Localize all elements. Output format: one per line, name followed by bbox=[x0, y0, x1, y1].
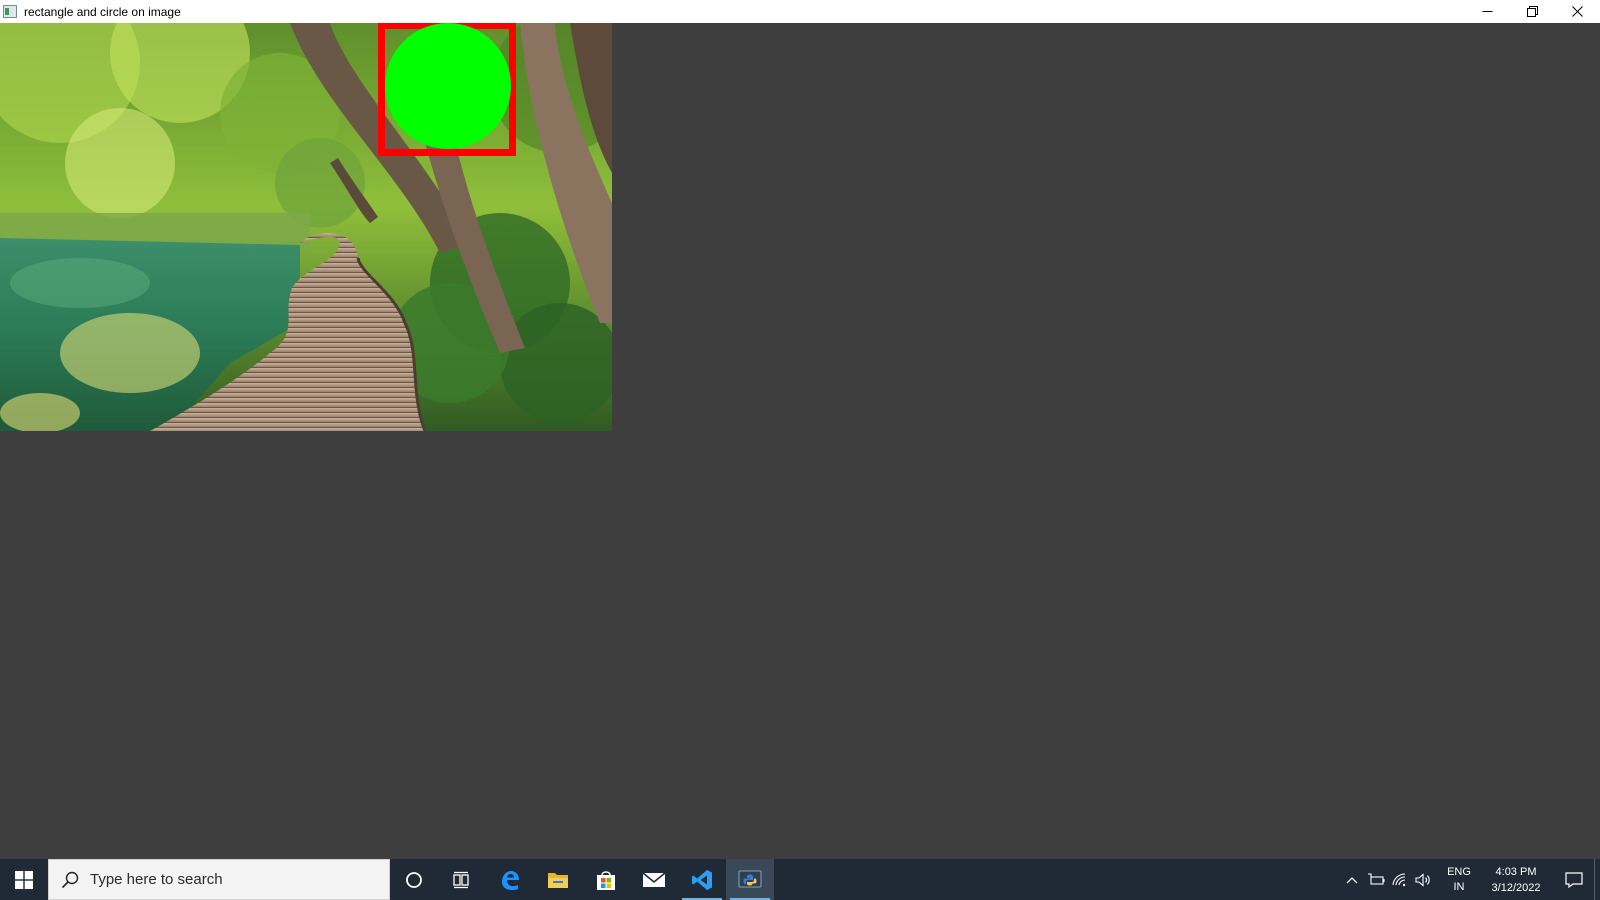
chevron-up-icon bbox=[1346, 876, 1358, 883]
taskbar-search[interactable] bbox=[48, 859, 390, 900]
battery-icon bbox=[1368, 872, 1385, 885]
minimize-button[interactable] bbox=[1465, 0, 1510, 23]
image-canvas bbox=[0, 23, 612, 431]
clock-time: 4:03 PM bbox=[1495, 865, 1537, 878]
close-icon bbox=[1572, 6, 1583, 17]
volume-button[interactable] bbox=[1412, 859, 1436, 900]
start-button[interactable] bbox=[0, 859, 48, 900]
window-title: rectangle and circle on image bbox=[24, 4, 181, 19]
window-controls bbox=[1465, 0, 1600, 23]
close-button[interactable] bbox=[1555, 0, 1600, 23]
vscode-icon bbox=[692, 869, 712, 890]
language-region: IN bbox=[1453, 880, 1465, 893]
task-view-icon bbox=[453, 871, 469, 888]
vscode-button[interactable] bbox=[678, 859, 726, 900]
system-tray: ENG IN 4:03 PM 3/12/2022 bbox=[1340, 859, 1600, 900]
restore-button[interactable] bbox=[1510, 0, 1555, 23]
show-hidden-icons-button[interactable] bbox=[1340, 859, 1364, 900]
store-icon bbox=[597, 870, 615, 890]
show-desktop-button[interactable] bbox=[1594, 859, 1600, 900]
store-button[interactable] bbox=[582, 859, 630, 900]
search-input[interactable] bbox=[88, 870, 372, 889]
cortana-icon bbox=[406, 871, 422, 888]
windows-logo-icon bbox=[15, 870, 33, 889]
minimize-icon bbox=[1482, 11, 1493, 12]
language-code: ENG bbox=[1447, 865, 1471, 878]
taskbar: ENG IN 4:03 PM 3/12/2022 bbox=[0, 859, 1600, 900]
speaker-icon bbox=[1415, 872, 1430, 887]
mail-icon bbox=[642, 871, 666, 887]
mail-button[interactable] bbox=[630, 859, 678, 900]
edge-icon bbox=[502, 870, 519, 890]
python-icon bbox=[738, 870, 762, 887]
wifi-icon bbox=[1392, 872, 1406, 886]
restore-icon bbox=[1527, 6, 1538, 17]
taskbar-clock[interactable]: 4:03 PM 3/12/2022 bbox=[1478, 864, 1554, 896]
window-titlebar[interactable]: rectangle and circle on image bbox=[0, 0, 1600, 23]
file-explorer-icon bbox=[548, 872, 568, 888]
task-view-button[interactable] bbox=[438, 859, 486, 900]
input-language-indicator[interactable]: ENG IN bbox=[1440, 865, 1478, 895]
battery-button[interactable] bbox=[1364, 859, 1388, 900]
scene-image bbox=[0, 23, 612, 431]
action-center-button[interactable] bbox=[1554, 859, 1594, 900]
notification-icon bbox=[1565, 871, 1583, 888]
edge-button[interactable] bbox=[486, 859, 534, 900]
search-icon bbox=[61, 871, 79, 888]
app-icon bbox=[3, 5, 17, 18]
clock-date: 3/12/2022 bbox=[1491, 881, 1541, 894]
python-button[interactable] bbox=[726, 859, 774, 900]
file-explorer-button[interactable] bbox=[534, 859, 582, 900]
green-circle bbox=[385, 23, 511, 149]
cortana-button[interactable] bbox=[390, 859, 438, 900]
network-button[interactable] bbox=[1388, 859, 1412, 900]
